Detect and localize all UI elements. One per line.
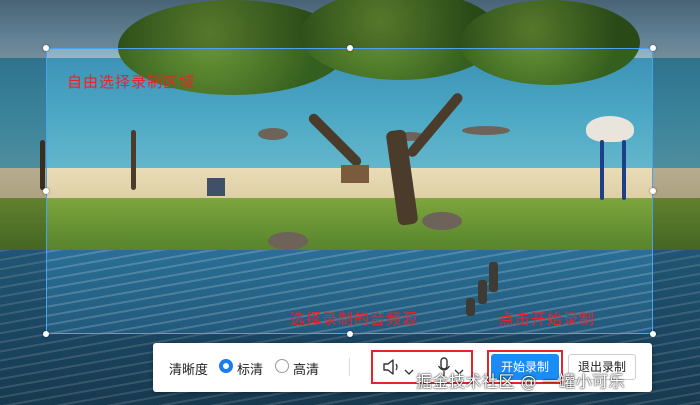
resize-handle-right[interactable] [650,188,656,194]
resize-handle-top-left[interactable] [43,45,49,51]
dim-overlay [0,48,46,334]
annotation-select-region: 自由选择录制区域 [67,73,196,91]
option-hd-label[interactable]: 高清 [293,359,319,378]
resize-handle-top-right[interactable] [650,45,656,51]
resize-handle-left[interactable] [43,188,49,194]
radio-standard[interactable] [219,359,233,373]
dim-overlay [653,48,700,334]
resize-handle-top[interactable] [347,45,353,51]
clarity-label: 清晰度 [169,363,209,378]
divider [349,358,350,376]
dim-overlay [0,0,700,48]
radio-hd[interactable] [275,359,289,373]
annotation-select-audio: 选择录制的音频源 [290,310,419,328]
resize-handle-bottom-left[interactable] [43,331,49,337]
resize-handle-bottom[interactable] [347,331,353,337]
annotation-click-start: 点击开始录制 [499,310,596,328]
option-standard-label[interactable]: 标清 [237,359,263,378]
chevron-down-icon[interactable] [404,361,414,380]
speaker-icon[interactable] [382,358,402,380]
resize-handle-bottom-right[interactable] [650,331,656,337]
watermark: 掘金技术社区 @ 一罐小可乐 [416,372,626,391]
